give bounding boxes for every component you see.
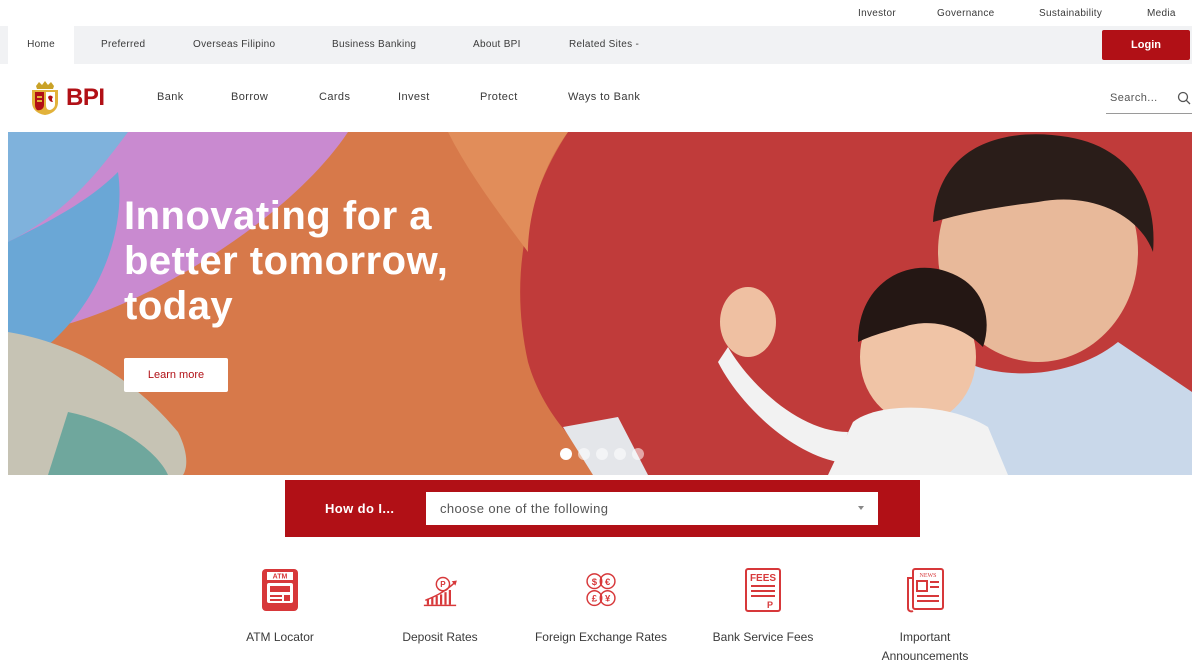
svg-text:FEES: FEES xyxy=(750,573,776,584)
nav-protect[interactable]: Protect xyxy=(480,91,518,103)
chevron-down-icon xyxy=(858,506,864,510)
nav-cards[interactable]: Cards xyxy=(319,91,350,103)
how-do-i-bar: How do I... choose one of the following xyxy=(285,480,920,537)
quick-link-label: Bank Service Fees xyxy=(712,630,814,644)
svg-text:NEWS: NEWS xyxy=(920,573,937,579)
bpi-logo[interactable]: BPI xyxy=(28,78,128,118)
carousel-dot-2[interactable] xyxy=(578,448,590,460)
bpi-wordmark: BPI xyxy=(66,84,105,111)
carousel-dot-3[interactable] xyxy=(596,448,608,460)
nav-invest[interactable]: Invest xyxy=(398,91,430,103)
hero-heading-line-3: today xyxy=(124,284,234,328)
carousel-dot-4[interactable] xyxy=(614,448,626,460)
quick-links: ATM ATM Locator P Deposit Rates $ € £ ¥ … xyxy=(0,566,1192,665)
main-nav: BPI Bank Borrow Cards Invest Protect Way… xyxy=(0,64,1192,132)
news-icon: NEWS xyxy=(907,568,944,613)
lion-crest-icon xyxy=(32,81,58,115)
nav-borrow[interactable]: Borrow xyxy=(231,91,268,103)
quick-link-foreign-exchange[interactable]: $ € £ ¥ Foreign Exchange Rates xyxy=(531,566,671,647)
tab-business-banking[interactable]: Business Banking xyxy=(332,26,416,64)
tab-preferred[interactable]: Preferred xyxy=(101,26,145,64)
learn-more-button[interactable]: Learn more xyxy=(124,358,228,392)
tab-about-bpi[interactable]: About BPI xyxy=(473,26,521,64)
quick-link-deposit-rates[interactable]: P Deposit Rates xyxy=(370,566,510,647)
svg-text:€: € xyxy=(605,577,611,588)
deposit-rates-icon: P xyxy=(423,576,457,607)
utility-link-media[interactable]: Media xyxy=(1147,8,1176,19)
hero-heading-line-1: Innovating for a xyxy=(124,194,432,238)
svg-text:P: P xyxy=(440,580,446,589)
quick-link-label: Deposit Rates xyxy=(402,630,478,644)
utility-link-sustainability[interactable]: Sustainability xyxy=(1039,8,1102,19)
hero-heading: Innovating for a better tomorrow, today xyxy=(124,194,448,329)
how-do-i-select-value: choose one of the following xyxy=(440,501,609,516)
related-sites-label: Related Sites xyxy=(569,39,633,50)
nav-ways-to-bank[interactable]: Ways to Bank xyxy=(568,91,640,103)
hero-heading-line-2: better tomorrow, xyxy=(124,239,449,283)
utility-link-investor[interactable]: Investor xyxy=(858,8,896,19)
quick-link-label: ATM Locator xyxy=(246,630,314,644)
chevron-down-icon: - xyxy=(635,39,640,50)
utility-link-governance[interactable]: Governance xyxy=(937,8,994,19)
svg-text:ATM: ATM xyxy=(273,574,288,581)
how-do-i-label: How do I... xyxy=(325,501,395,516)
carousel-dot-5[interactable] xyxy=(632,448,644,460)
svg-text:¥: ¥ xyxy=(605,594,611,605)
quick-link-label: Important Announcements xyxy=(881,630,969,663)
fees-icon: FEES P xyxy=(745,568,781,612)
search-box xyxy=(1106,84,1192,114)
utility-bar: Investor Governance Sustainability Media xyxy=(0,0,1192,26)
quick-link-atm-locator[interactable]: ATM ATM Locator xyxy=(210,566,350,647)
currency-icon: $ € £ ¥ xyxy=(586,573,616,607)
svg-text:P: P xyxy=(767,600,773,610)
login-button[interactable]: Login xyxy=(1102,30,1190,60)
quick-link-bank-service-fees[interactable]: FEES P Bank Service Fees xyxy=(693,566,833,647)
quick-link-important-announcements[interactable]: NEWS Important Announcements xyxy=(855,566,995,665)
carousel-dot-1[interactable] xyxy=(560,448,572,460)
tab-related-sites[interactable]: Related Sites - xyxy=(569,26,639,64)
svg-text:$: $ xyxy=(592,577,598,588)
hero-banner: Innovating for a better tomorrow, today … xyxy=(8,132,1192,475)
quick-link-label: Foreign Exchange Rates xyxy=(534,630,668,644)
search-icon[interactable] xyxy=(1176,90,1192,106)
search-input[interactable] xyxy=(1110,90,1172,106)
svg-text:£: £ xyxy=(592,594,598,605)
tab-home[interactable]: Home xyxy=(8,26,74,64)
nav-bank[interactable]: Bank xyxy=(157,91,184,103)
atm-icon: ATM xyxy=(262,569,298,611)
section-nav: Home Preferred Overseas Filipino Busines… xyxy=(0,26,1192,64)
tab-overseas-filipino[interactable]: Overseas Filipino xyxy=(193,26,275,64)
how-do-i-select[interactable]: choose one of the following xyxy=(426,492,878,525)
